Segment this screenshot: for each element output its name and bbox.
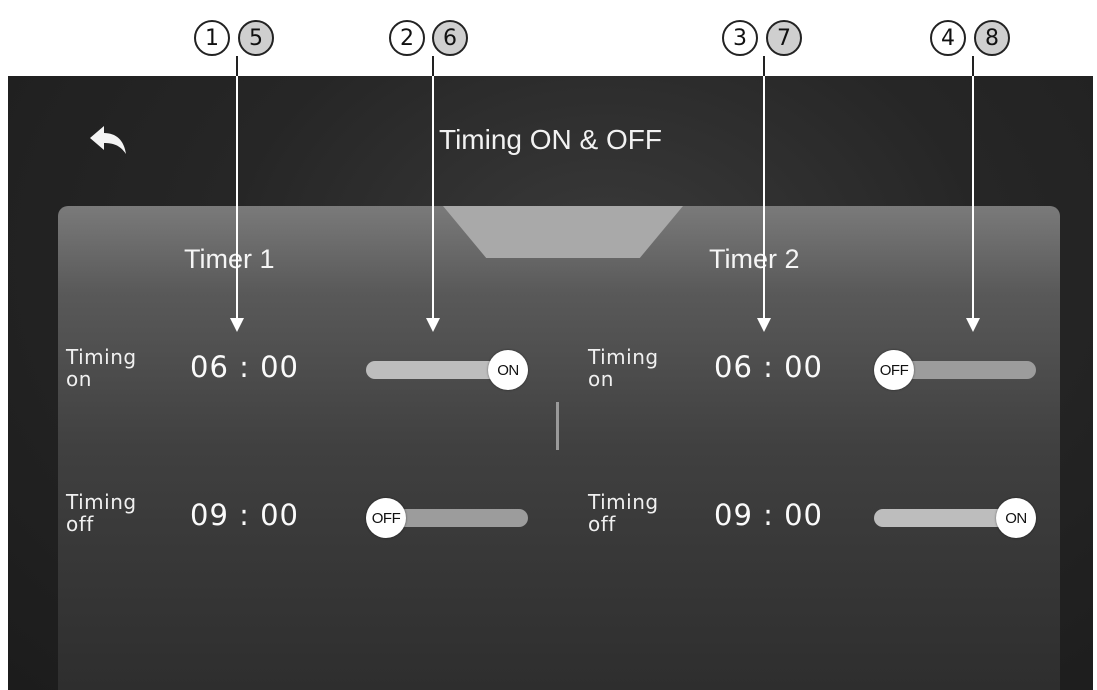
panel-notch bbox=[443, 206, 683, 258]
callout-arrow-line bbox=[432, 76, 434, 320]
callout-marker-3: 3 bbox=[722, 20, 758, 56]
screen-title: Timing ON & OFF bbox=[439, 124, 662, 155]
label-line: Timing bbox=[66, 490, 137, 514]
label-line: Timing bbox=[66, 345, 137, 369]
toggle-knob: ON bbox=[996, 498, 1036, 538]
timer-2-on-toggle[interactable]: OFF bbox=[874, 350, 1036, 390]
callout-marker-1: 1 bbox=[194, 20, 230, 56]
label-line: Timing bbox=[588, 345, 659, 369]
callout-arrow-line bbox=[972, 76, 974, 320]
callout-marker-8: 8 bbox=[974, 20, 1010, 56]
timer-2-on-label: Timing on bbox=[588, 346, 659, 390]
label-line: off bbox=[66, 512, 94, 536]
arrow-down-icon bbox=[230, 318, 244, 332]
timer-1-on-toggle[interactable]: ON bbox=[366, 350, 528, 390]
timer-1-title: Timer 1 bbox=[184, 244, 275, 274]
timer-2-off-toggle[interactable]: ON bbox=[874, 498, 1036, 538]
timer-2-off-time[interactable]: 09 : 00 bbox=[714, 498, 823, 532]
arrow-down-icon bbox=[426, 318, 440, 332]
timer-panel bbox=[58, 206, 1060, 690]
callout-number: 3 bbox=[733, 25, 747, 51]
label-line: on bbox=[66, 367, 92, 391]
timer-1-on-time[interactable]: 06 : 00 bbox=[190, 350, 299, 384]
timer-2-on-time[interactable]: 06 : 00 bbox=[714, 350, 823, 384]
callout-marker-5: 5 bbox=[238, 20, 274, 56]
timer-1-off-label: Timing off bbox=[66, 491, 137, 535]
callout-marker-2: 2 bbox=[389, 20, 425, 56]
callout-arrow-line bbox=[763, 56, 765, 76]
device-screen: Timing ON & OFF Timer 1 Timing on 06 : 0… bbox=[8, 76, 1093, 690]
callout-number: 8 bbox=[985, 25, 999, 51]
arrow-down-icon bbox=[966, 318, 980, 332]
timer-2-title: Timer 2 bbox=[709, 244, 800, 274]
callout-number: 6 bbox=[443, 25, 457, 51]
arrow-down-icon bbox=[757, 318, 771, 332]
callout-number: 5 bbox=[249, 25, 263, 51]
manual-figure: 1 5 2 6 3 7 4 8 Timing ON & OFF Timer 1 … bbox=[0, 0, 1097, 690]
callout-arrow-line bbox=[432, 56, 434, 76]
timer-1-on-label: Timing on bbox=[66, 346, 137, 390]
timer-1-off-time[interactable]: 09 : 00 bbox=[190, 498, 299, 532]
label-line: on bbox=[588, 367, 614, 391]
callout-number: 7 bbox=[777, 25, 791, 51]
callout-arrow-line bbox=[763, 76, 765, 320]
toggle-knob: OFF bbox=[874, 350, 914, 390]
timer-1-off-toggle[interactable]: OFF bbox=[366, 498, 528, 538]
label-line: off bbox=[588, 512, 616, 536]
callout-number: 4 bbox=[941, 25, 955, 51]
label-line: Timing bbox=[588, 490, 659, 514]
timer-divider bbox=[556, 402, 559, 450]
callout-arrow-line bbox=[972, 56, 974, 76]
toggle-knob: OFF bbox=[366, 498, 406, 538]
callout-number: 2 bbox=[400, 25, 414, 51]
callout-arrow-line bbox=[236, 56, 238, 76]
timer-2-off-label: Timing off bbox=[588, 491, 659, 535]
callout-arrow-line bbox=[236, 76, 238, 320]
callout-number: 1 bbox=[205, 25, 219, 51]
callout-marker-7: 7 bbox=[766, 20, 802, 56]
callout-marker-6: 6 bbox=[432, 20, 468, 56]
callout-marker-4: 4 bbox=[930, 20, 966, 56]
toggle-knob: ON bbox=[488, 350, 528, 390]
